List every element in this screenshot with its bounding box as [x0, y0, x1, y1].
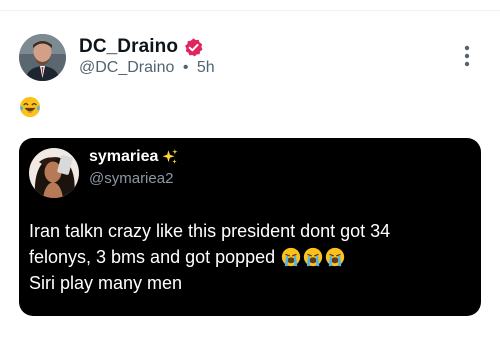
loudly-crying-emoji-icon: [282, 247, 301, 267]
author-handle[interactable]: @DC_Draino: [79, 59, 174, 76]
quoted-author-handle[interactable]: @symariea2: [89, 170, 173, 187]
meta-separator: •: [182, 59, 189, 76]
loudly-crying-emoji-icon: [304, 247, 323, 267]
author-name[interactable]: DC_Draino: [79, 36, 178, 58]
quoted-text-line-1: Iran talkn crazy like this president don…: [29, 221, 391, 241]
author-avatar[interactable]: [19, 34, 66, 81]
quoted-text-line-2-wrap: felonys, 3 bms and got popped: [29, 244, 469, 270]
loudly-crying-emoji-icon: [326, 247, 345, 267]
quoted-author-avatar[interactable]: [29, 148, 79, 198]
quoted-tweet-card[interactable]: symariea @symariea2 Iran talkn crazy lik…: [19, 138, 481, 316]
more-options-icon[interactable]: [458, 44, 476, 68]
post-time[interactable]: 5h: [197, 59, 215, 76]
laughing-crying-emoji-icon: [19, 96, 41, 118]
sparkles-icon: [162, 149, 178, 164]
quoted-tweet-text: Iran talkn crazy like this president don…: [29, 218, 469, 296]
top-divider: [0, 10, 500, 11]
author-meta: @DC_Draino • 5h: [79, 59, 215, 77]
quoted-text-line-2: felonys, 3 bms and got popped: [29, 247, 276, 267]
quoted-text-line-3: Siri play many men: [29, 273, 183, 293]
quoted-author-name[interactable]: symariea: [89, 148, 158, 166]
verified-badge-icon: [185, 37, 203, 56]
